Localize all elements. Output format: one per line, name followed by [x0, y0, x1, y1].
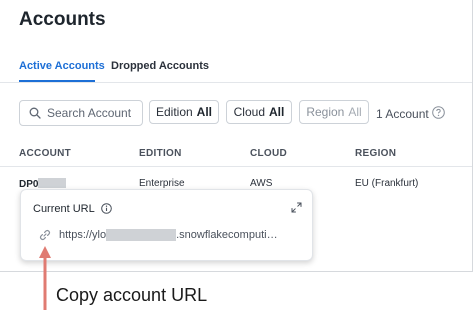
url-prefix: https://ylo: [59, 229, 107, 241]
url-suffix: .snowflakecomputi…: [176, 229, 278, 241]
column-header-account[interactable]: ACCOUNT: [19, 148, 71, 159]
redacted-block: [38, 178, 67, 188]
cloud-filter-label: Cloud: [233, 105, 265, 119]
region-filter-label: Region: [306, 105, 345, 119]
arrow-head: [39, 246, 51, 258]
cell-cloud: AWS: [250, 178, 273, 189]
edition-filter-label: Edition: [155, 105, 193, 119]
link-icon: [39, 229, 51, 241]
cloud-filter-value: All: [269, 105, 285, 119]
cell-region: EU (Frankfurt): [355, 178, 419, 189]
help-icon[interactable]: [432, 106, 445, 119]
search-placeholder: Search Account: [47, 106, 132, 120]
header-divider: [0, 166, 472, 167]
tab-dropped-accounts[interactable]: Dropped Accounts: [111, 60, 209, 72]
cloud-filter[interactable]: Cloud All: [226, 100, 292, 124]
column-header-region[interactable]: REGION: [355, 148, 396, 159]
arrow-up-icon: [39, 246, 51, 310]
search-icon: [29, 107, 41, 119]
region-filter: Region All: [299, 100, 369, 124]
column-header-edition[interactable]: EDITION: [139, 148, 182, 159]
column-header-cloud[interactable]: CLOUD: [250, 148, 287, 159]
info-icon[interactable]: [101, 203, 112, 214]
current-url-popover: Current URL https://ylo .snowflakecomputi…: [20, 189, 313, 261]
expand-icon[interactable]: [291, 202, 302, 213]
accounts-page: Accounts Active Accounts Dropped Account…: [0, 0, 473, 272]
tab-bar: Active Accounts Dropped Accounts: [0, 52, 472, 83]
popover-title: Current URL: [33, 203, 95, 215]
account-url-link[interactable]: https://ylo .snowflakecomputi…: [39, 229, 278, 241]
edition-filter[interactable]: Edition All: [149, 100, 219, 124]
tab-active-accounts[interactable]: Active Accounts: [19, 60, 105, 72]
annotation-caption: Copy account URL: [56, 285, 208, 305]
edition-filter-value: All: [196, 105, 213, 119]
cell-edition: Enterprise: [139, 178, 185, 189]
region-filter-value: All: [348, 105, 362, 119]
account-count: 1 Account: [376, 107, 429, 121]
redacted-url-block: [106, 229, 177, 241]
search-input[interactable]: Search Account: [19, 100, 143, 126]
active-tab-indicator: [19, 80, 95, 82]
page-title: Accounts: [19, 9, 106, 30]
